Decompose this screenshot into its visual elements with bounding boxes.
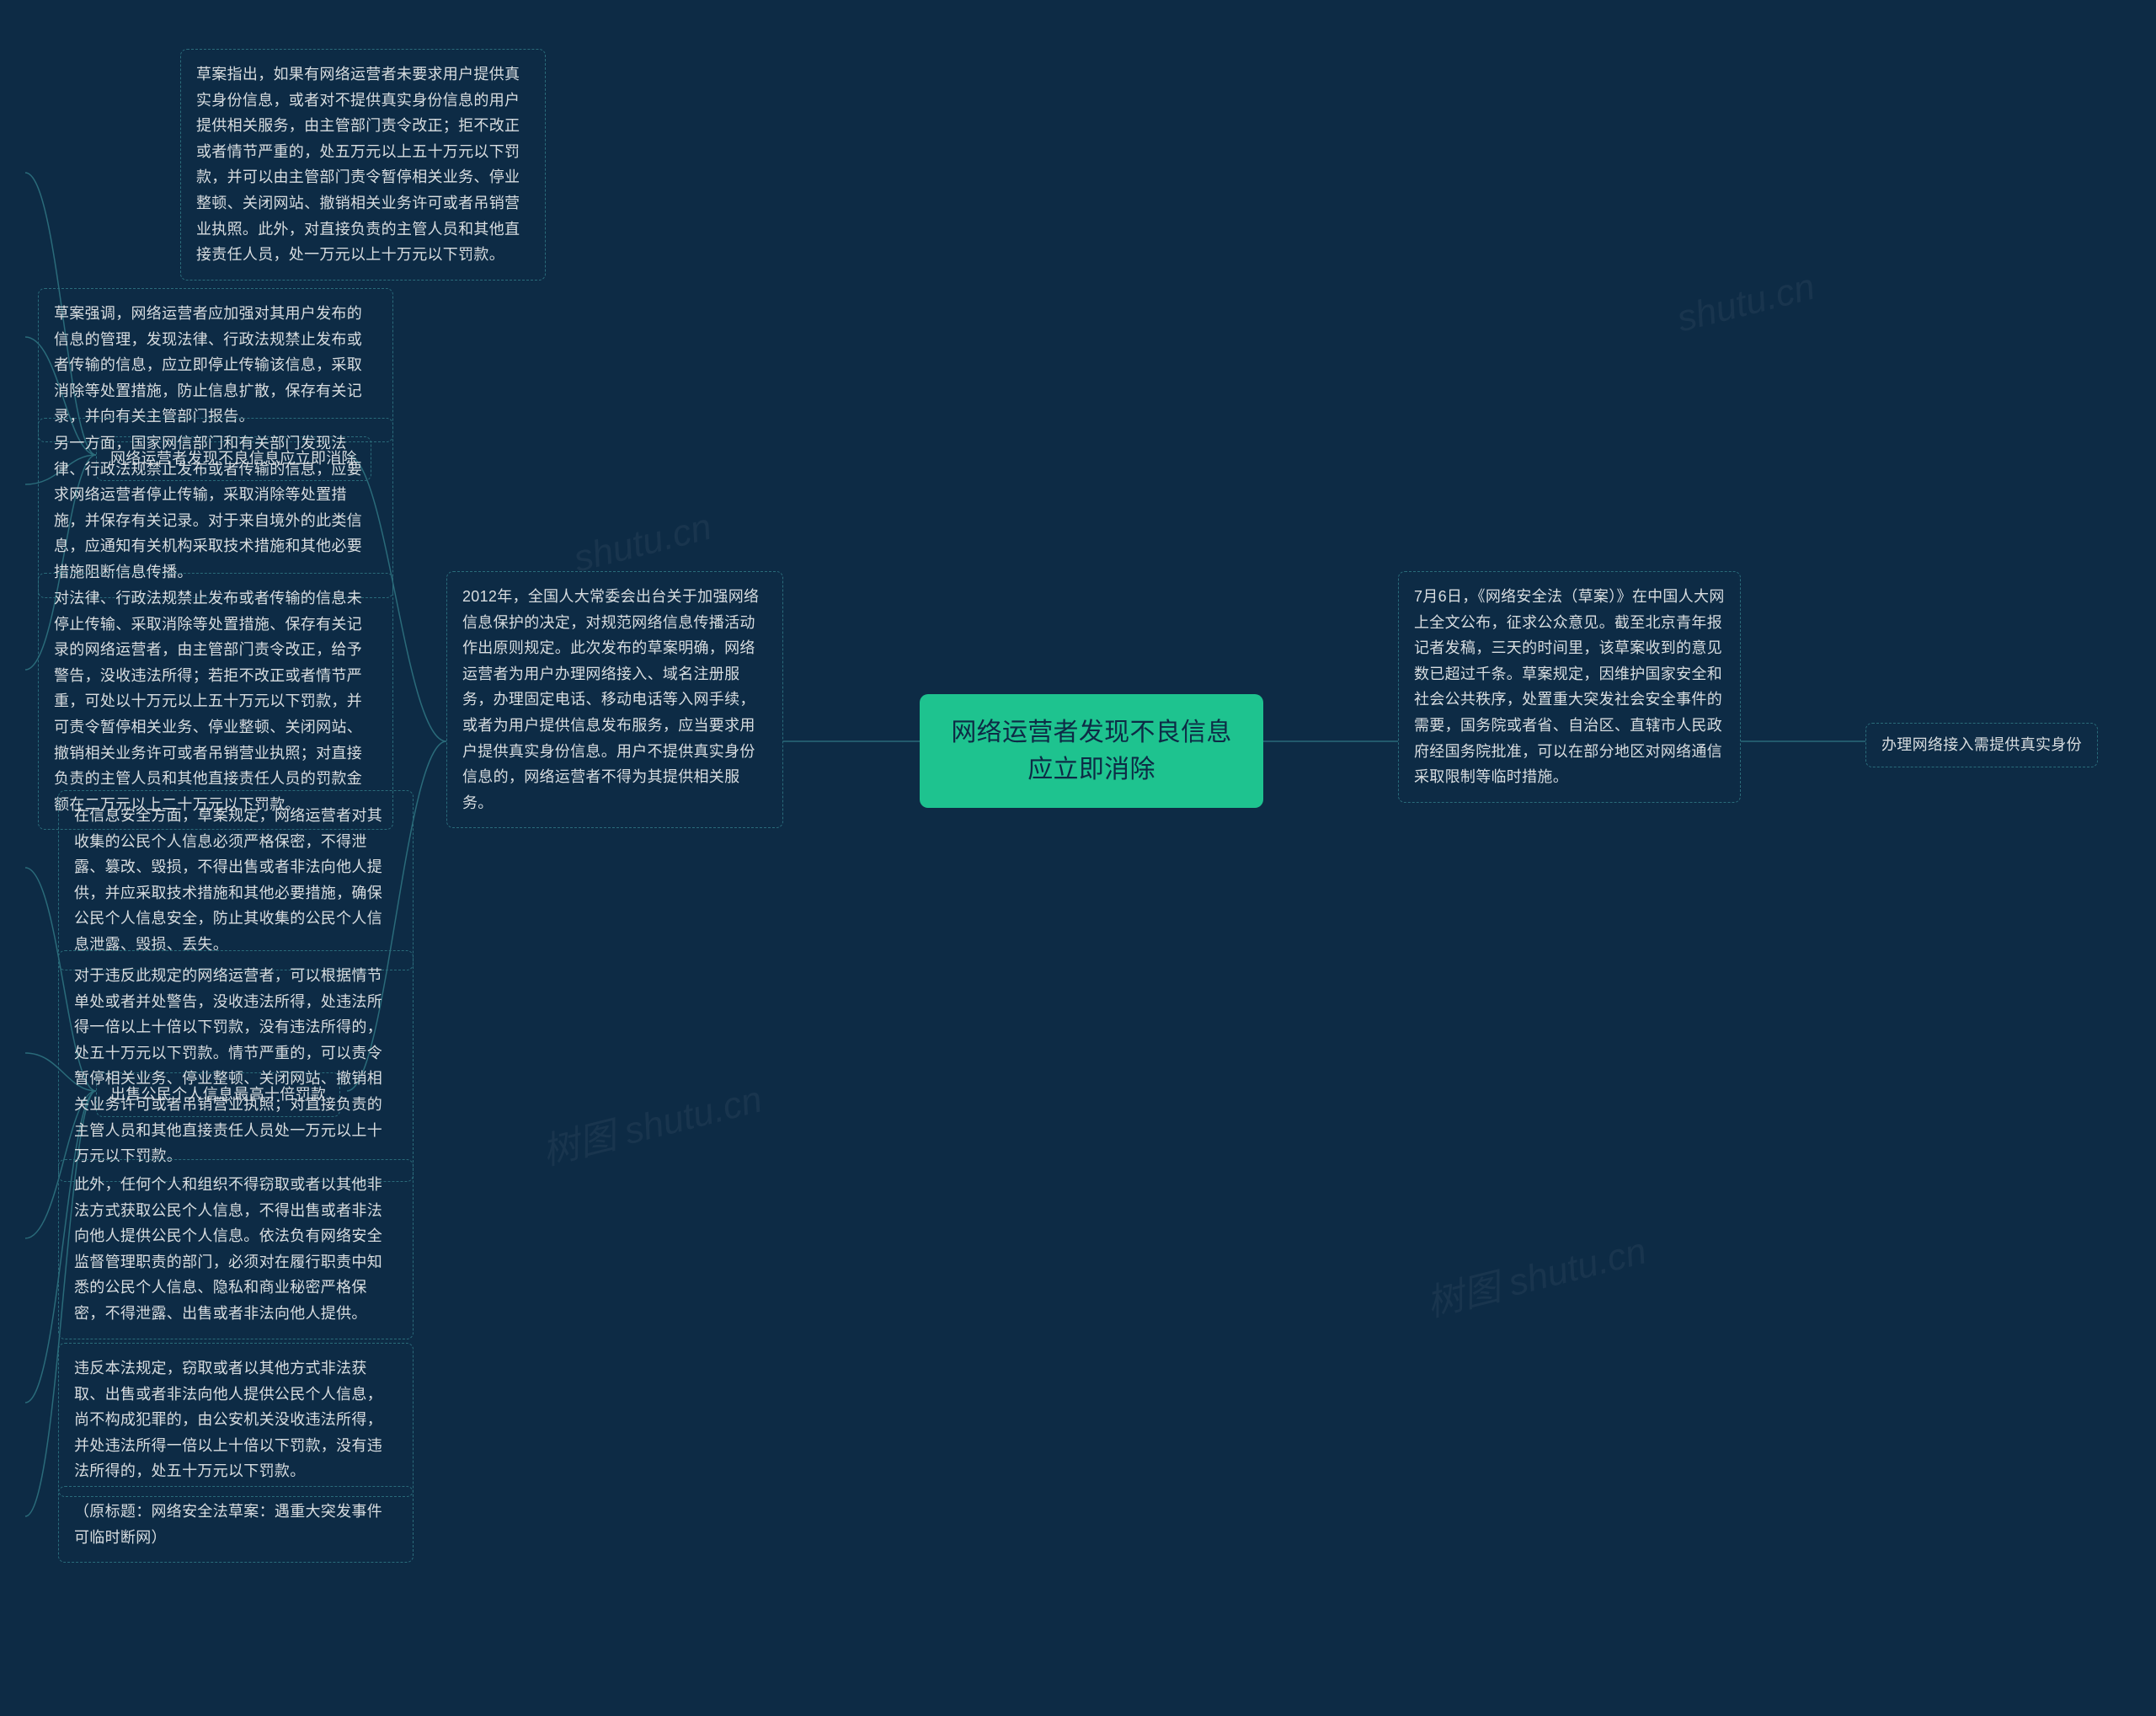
center-line2: 应立即消除 xyxy=(1027,756,1155,783)
branch1-item-2[interactable]: 另一方面，国家网信部门和有关部门发现法律、行政法规禁止发布或者传输的信息，应要求… xyxy=(38,418,393,598)
left-intro-node[interactable]: 2012年，全国人大常委会出台关于加强网络信息保护的决定，对规范网络信息传播活动… xyxy=(446,571,783,828)
left-intro-text: 2012年，全国人大常委会出台关于加强网络信息保护的决定，对规范网络信息传播活动… xyxy=(462,588,759,811)
branch2-item-2[interactable]: 此外，任何个人和组织不得窃取或者以其他非法方式获取公民个人信息，不得出售或者非法… xyxy=(58,1159,414,1339)
b2-item-2-text: 此外，任何个人和组织不得窃取或者以其他非法方式获取公民个人信息，不得出售或者非法… xyxy=(74,1176,382,1322)
branch2-item-0[interactable]: 在信息安全方面，草案规定，网络运营者对其收集的公民个人信息必须严格保密，不得泄露… xyxy=(58,790,414,970)
right-id-node[interactable]: 办理网络接入需提供真实身份 xyxy=(1865,723,2098,767)
b1-item-3-text: 对法律、行政法规禁止发布或者传输的信息未停止传输、采取消除等处置措施、保存有关记… xyxy=(54,590,362,813)
b1-item-2-text: 另一方面，国家网信部门和有关部门发现法律、行政法规禁止发布或者传输的信息，应要求… xyxy=(54,435,362,580)
center-line1: 网络运营者发现不良信息 xyxy=(951,719,1231,746)
branch2-item-1[interactable]: 对于违反此规定的网络运营者，可以根据情节单处或者并处警告，没收违法所得，处违法所… xyxy=(58,950,414,1182)
b2-item-4-text: （原标题：网络安全法草案：遇重大突发事件可临时断网） xyxy=(74,1503,382,1546)
branch2-item-4[interactable]: （原标题：网络安全法草案：遇重大突发事件可临时断网） xyxy=(58,1486,414,1563)
right-intro-node[interactable]: 7月6日，《网络安全法（草案）》在中国人大网上全文公布，征求公众意见。截至北京青… xyxy=(1398,571,1741,803)
b2-item-3-text: 违反本法规定，窃取或者以其他方式非法获取、出售或者非法向他人提供公民个人信息，尚… xyxy=(74,1360,382,1479)
right-intro-text: 7月6日，《网络安全法（草案）》在中国人大网上全文公布，征求公众意见。截至北京青… xyxy=(1414,588,1725,785)
b2-item-0-text: 在信息安全方面，草案规定，网络运营者对其收集的公民个人信息必须严格保密，不得泄露… xyxy=(74,807,382,953)
branch2-item-3[interactable]: 违反本法规定，窃取或者以其他方式非法获取、出售或者非法向他人提供公民个人信息，尚… xyxy=(58,1343,414,1497)
b2-item-1-text: 对于违反此规定的网络运营者，可以根据情节单处或者并处警告，没收违法所得，处违法所… xyxy=(74,967,382,1164)
right-id-text: 办理网络接入需提供真实身份 xyxy=(1881,736,2082,753)
b1-item-0-text: 草案指出，如果有网络运营者未要求用户提供真实身份信息，或者对不提供真实身份信息的… xyxy=(196,66,520,263)
branch1-item-0[interactable]: 草案指出，如果有网络运营者未要求用户提供真实身份信息，或者对不提供真实身份信息的… xyxy=(180,49,546,281)
center-node[interactable]: 网络运营者发现不良信息 应立即消除 xyxy=(920,694,1263,808)
b1-item-1-text: 草案强调，网络运营者应加强对其用户发布的信息的管理，发现法律、行政法规禁止发布或… xyxy=(54,305,362,425)
